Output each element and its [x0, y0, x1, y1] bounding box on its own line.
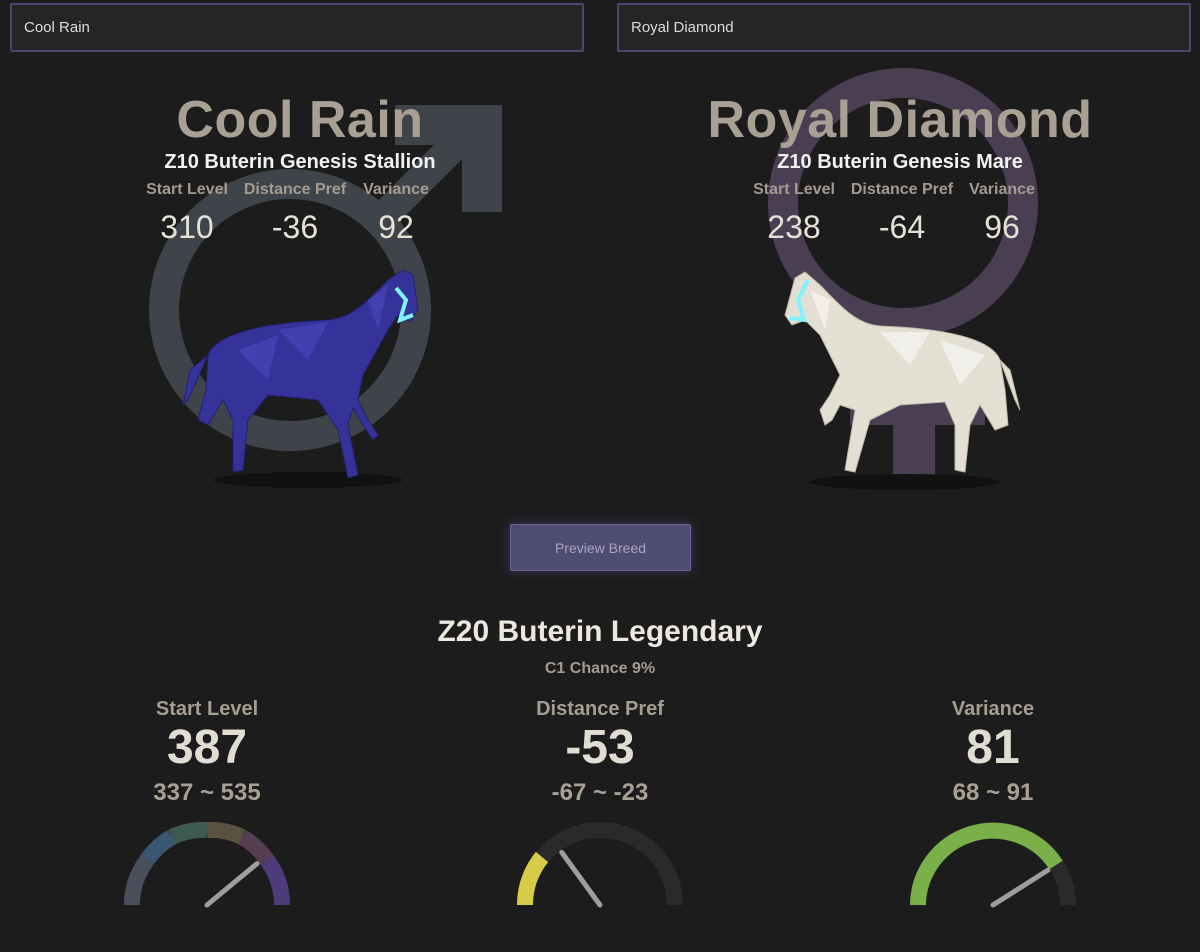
dam-name: Royal Diamond	[707, 91, 1093, 149]
result-chance: C1 Chance 9%	[544, 660, 656, 677]
stat-value: 96	[984, 209, 1020, 245]
gauge-needle	[559, 849, 603, 908]
stat-value: 310	[160, 209, 214, 245]
stat-label: Variance	[969, 181, 1035, 198]
gauge-fill	[910, 822, 1063, 906]
gauge-needle	[990, 867, 1051, 908]
sire-stat-start-level: Start Level 310	[132, 181, 242, 246]
stat-value: -36	[271, 209, 319, 245]
gauge-needle	[204, 861, 260, 908]
sire-name: Cool Rain	[176, 91, 424, 149]
stat-value: -64	[878, 209, 926, 245]
stat-value: 387	[166, 721, 248, 774]
dam-stat-variance: Variance 96	[947, 181, 1057, 246]
dam-search-input[interactable]	[617, 3, 1191, 52]
stat-range: 337 ~ 535	[153, 779, 261, 806]
dam-stat-distance-pref: Distance Pref -64	[847, 181, 957, 246]
sire-subtitle: Z10 Buterin Genesis Stallion	[164, 151, 436, 173]
preview-breed-button[interactable]: Preview Breed	[510, 524, 691, 571]
stat-value: 238	[767, 209, 821, 245]
result-stat-variance: Variance 81 68 ~ 91	[873, 698, 1113, 807]
stat-value: 92	[378, 209, 414, 245]
result-title: Z20 Buterin Legendary	[437, 615, 763, 648]
gauge-fill	[516, 851, 549, 906]
stat-value: 81	[966, 721, 1020, 774]
sire-stat-distance-pref: Distance Pref -36	[240, 181, 350, 246]
variance-gauge	[910, 822, 1076, 908]
result-stat-start-level: Start Level 387 337 ~ 535	[87, 698, 327, 807]
dam-horse-image	[784, 271, 1021, 490]
stat-label: Distance Pref	[243, 181, 347, 198]
stat-label: Distance Pref	[850, 181, 954, 198]
stat-label: Start Level	[155, 698, 259, 720]
sire-card: Cool Rain Z10 Buterin Genesis Stallion S…	[0, 55, 600, 525]
dam-stat-start-level: Start Level 238	[739, 181, 849, 246]
stat-label: Variance	[363, 181, 429, 198]
stat-label: Variance	[951, 698, 1035, 720]
sire-search-input[interactable]	[10, 3, 584, 52]
stat-label: Start Level	[146, 181, 228, 198]
sire-horse-image	[182, 269, 419, 488]
stat-label: Start Level	[753, 181, 835, 198]
distance-pref-gauge	[516, 822, 683, 908]
stat-value: -53	[565, 721, 635, 774]
stat-label: Distance Pref	[536, 698, 664, 720]
result-stat-distance-pref: Distance Pref -53 -67 ~ -23	[480, 698, 720, 807]
sire-stat-variance: Variance 92	[341, 181, 451, 246]
stat-range: -67 ~ -23	[551, 779, 649, 806]
dam-subtitle: Z10 Buterin Genesis Mare	[777, 151, 1023, 173]
stat-range: 68 ~ 91	[952, 779, 1034, 806]
dam-card: Royal Diamond Z10 Buterin Genesis Mare S…	[600, 55, 1200, 525]
start-level-gauge	[124, 821, 290, 908]
